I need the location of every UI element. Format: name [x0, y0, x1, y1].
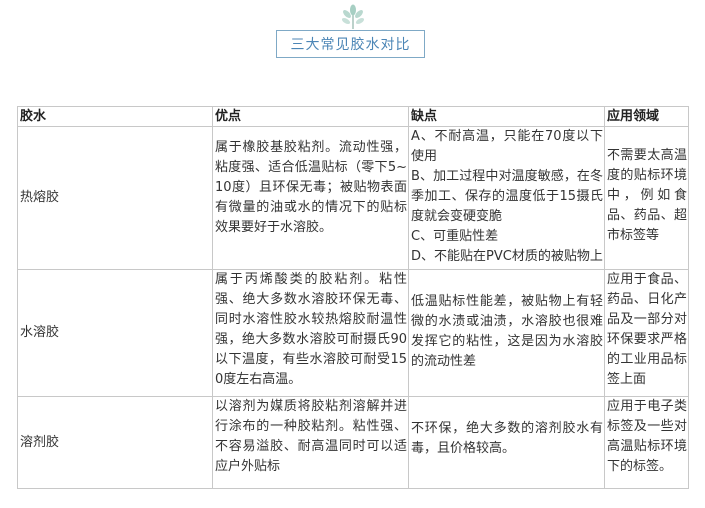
- comparison-table: 胶水 优点 缺点 应用领域 热熔胶 属于橡胶基胶粘剂。流动性强，粘度强、适合低温…: [17, 106, 689, 489]
- pros-text: 属于橡胶基胶粘剂。流动性强，粘度强、适合低温贴标（零下5~10度）且环保无毒；被…: [215, 140, 407, 235]
- uses-cell: 不需要太高温度的贴标环境中，例如食品、药品、超市标签等: [604, 126, 689, 270]
- pros-cell: 属于丙烯酸类的胶粘剂。粘性强、绝大多数水溶胶环保无毒、同时水溶性胶水较热熔胶耐温…: [212, 269, 409, 397]
- glue-name: 热熔胶: [17, 126, 213, 270]
- header-glue: 胶水: [17, 106, 213, 127]
- cons-cell: A、不耐高温，只能在70度以下使用 B、加工过程中对温度敏感，在冬季加工、保存的…: [408, 126, 605, 270]
- pros-cell: 以溶剂为媒质将胶粘剂溶解并进行涂布的一种胶粘剂。粘性强、不容易溢胶、耐高温同时可…: [212, 396, 409, 489]
- cons-item: B、加工过程中对温度敏感，在冬季加工、保存的温度低于15摄氏度就会变硬变脆: [411, 169, 603, 224]
- pros-cell: 属于橡胶基胶粘剂。流动性强，粘度强、适合低温贴标（零下5~10度）且环保无毒；被…: [212, 126, 409, 270]
- cons-item: C、可重贴性差: [411, 229, 499, 244]
- table-row: 溶剂胶 以溶剂为媒质将胶粘剂溶解并进行涂布的一种胶粘剂。粘性强、不容易溢胶、耐高…: [17, 396, 689, 489]
- cons-item: D、不能贴在PVC材质的被贴物上: [411, 249, 603, 264]
- header-pros: 优点: [212, 106, 409, 127]
- cons-cell: 不环保，绝大多数的溶剂胶水有毒，且价格较高。: [408, 396, 605, 489]
- header-cons: 缺点: [408, 106, 605, 127]
- page-title: 三大常见胶水对比: [276, 30, 425, 58]
- table-header-row: 胶水 优点 缺点 应用领域: [17, 106, 689, 127]
- uses-cell: 应用于食品、药品、日化产品及一部分对环保要求严格的工业用品标签上面: [604, 269, 689, 397]
- uses-cell: 应用于电子类标签及一些对高温贴标环境下的标签。: [604, 396, 689, 489]
- cons-item: 不环保，绝大多数的溶剂胶水有毒，且价格较高。: [411, 421, 603, 456]
- header-uses: 应用领域: [604, 106, 689, 127]
- uses-text: 应用于电子类标签及一些对高温贴标环境下的标签。: [607, 399, 687, 474]
- table-row: 热熔胶 属于橡胶基胶粘剂。流动性强，粘度强、适合低温贴标（零下5~10度）且环保…: [17, 126, 689, 270]
- uses-text: 不需要太高温度的贴标环境中，例如食品、药品、超市标签等: [607, 148, 687, 243]
- glue-name: 溶剂胶: [17, 396, 213, 489]
- uses-text: 应用于食品、药品、日化产品及一部分对环保要求严格的工业用品标签上面: [607, 272, 687, 387]
- table-row: 水溶胶 属于丙烯酸类的胶粘剂。粘性强、绝大多数水溶胶环保无毒、同时水溶性胶水较热…: [17, 269, 689, 397]
- cons-cell: 低温贴标性能差，被贴物上有轻微的水渍或油渍，水溶胶也很难发挥它的粘性，这是因为水…: [408, 269, 605, 397]
- cons-item: A、不耐高温，只能在70度以下使用: [411, 129, 603, 164]
- cons-item: 低温贴标性能差，被贴物上有轻微的水渍或油渍，水溶胶也很难发挥它的粘性，这是因为水…: [411, 294, 603, 369]
- pros-text: 属于丙烯酸类的胶粘剂。粘性强、绝大多数水溶胶环保无毒、同时水溶性胶水较热熔胶耐温…: [215, 272, 407, 387]
- leaf-sprig-icon: [341, 4, 365, 29]
- glue-name: 水溶胶: [17, 269, 213, 397]
- pros-text: 以溶剂为媒质将胶粘剂溶解并进行涂布的一种胶粘剂。粘性强、不容易溢胶、耐高温同时可…: [215, 399, 407, 474]
